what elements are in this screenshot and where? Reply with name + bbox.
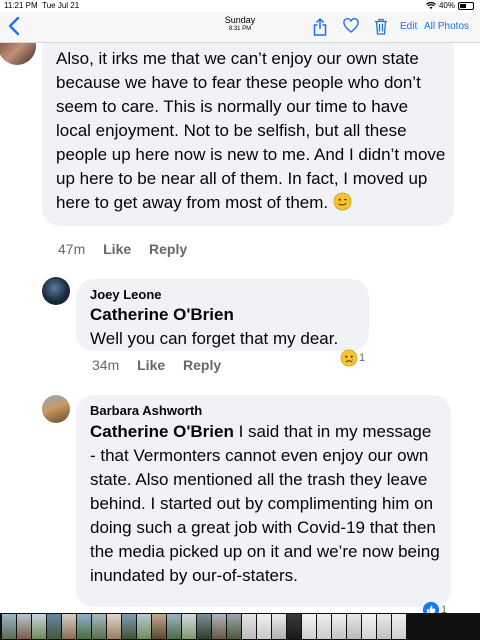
battery-icon: [458, 1, 474, 10]
photo-thumbnail[interactable]: [17, 614, 31, 639]
back-chevron-icon[interactable]: [8, 16, 20, 36]
comment-timestamp: 47m: [58, 241, 86, 257]
reaction-count: 1: [441, 604, 448, 613]
comment-body: I said that in my message - that Vermont…: [90, 422, 440, 585]
photo-day: Sunday: [224, 15, 256, 25]
photo-thumbnail[interactable]: [212, 614, 226, 639]
status-bar: 11:21 PM Tue Jul 21 40%: [0, 0, 480, 12]
comment-text: Catherine O'Brien Well you can forget th…: [90, 303, 360, 351]
reply-link[interactable]: Reply: [183, 357, 221, 373]
comment-bubble: Also, it irks me that we can’t enjoy our…: [42, 43, 454, 226]
heart-icon[interactable]: [343, 18, 359, 34]
comment-body: Well you can forget that my dear.: [90, 329, 339, 348]
mention-link[interactable]: Catherine O'Brien: [90, 422, 234, 441]
photo-thumbnail[interactable]: [47, 614, 61, 639]
photo-thumbnail[interactable]: [287, 614, 301, 639]
photo-thumbnail[interactable]: [377, 614, 391, 639]
comment-bubble: Joey Leone Catherine O'Brien Well you ca…: [76, 279, 369, 351]
reaction-count: 1: [359, 352, 366, 364]
status-time: 11:21 PM Tue Jul 21: [4, 1, 80, 10]
share-icon[interactable]: [313, 18, 327, 36]
comment-thread: Also, it irks me that we can’t enjoy our…: [0, 43, 480, 613]
comment-text: Catherine O'Brien I said that in my mess…: [90, 420, 440, 588]
photo-thumbnail[interactable]: [242, 614, 256, 639]
like-thumb-icon: [422, 601, 440, 613]
photo-thumbnail[interactable]: [107, 614, 121, 639]
photo-thumbnail[interactable]: [332, 614, 346, 639]
mention-link[interactable]: Catherine O'Brien: [90, 303, 360, 327]
all-photos-button[interactable]: All Photos: [424, 21, 469, 32]
photo-thumbnail[interactable]: [77, 614, 91, 639]
photos-nav-bar: Sunday 8:31 PM Edit All Photos: [0, 12, 480, 43]
reaction-badge[interactable]: 1: [422, 601, 447, 613]
photo-thumbnail[interactable]: [257, 614, 271, 639]
edit-button[interactable]: Edit: [400, 21, 417, 32]
photo-thumbnail[interactable]: [2, 614, 16, 639]
comment-bubble: Barbara Ashworth Catherine O'Brien I sai…: [76, 395, 451, 607]
photo-thumbnail[interactable]: [152, 614, 166, 639]
status-right: 40%: [425, 1, 474, 10]
battery-percent: 40%: [438, 1, 455, 10]
photo-time: 8:31 PM: [228, 26, 252, 32]
photo-thumbnail-strip[interactable]: [0, 613, 480, 640]
photo-thumbnail[interactable]: [122, 614, 136, 639]
photo-thumbnail[interactable]: [92, 614, 106, 639]
photo-thumbnail[interactable]: [392, 614, 406, 639]
photo-thumbnail[interactable]: [362, 614, 376, 639]
photo-thumbnail[interactable]: [227, 614, 241, 639]
photo-thumbnail[interactable]: [32, 614, 46, 639]
photo-thumbnail[interactable]: [347, 614, 361, 639]
like-link[interactable]: Like: [103, 241, 131, 257]
avatar[interactable]: [42, 277, 70, 305]
photo-thumbnail[interactable]: [167, 614, 181, 639]
comment-text: Also, it irks me that we can’t enjoy our…: [56, 49, 446, 212]
photo-thumbnail[interactable]: [302, 614, 316, 639]
wifi-icon: [425, 1, 436, 9]
comment-meta: 47m Like Reply: [58, 241, 201, 257]
like-link[interactable]: Like: [137, 357, 165, 373]
reply-link[interactable]: Reply: [149, 241, 187, 257]
avatar[interactable]: [0, 43, 36, 65]
trash-icon[interactable]: [374, 18, 388, 35]
photo-date: Sunday 8:31 PM: [190, 15, 290, 32]
photo-thumbnail[interactable]: [182, 614, 196, 639]
sad-emoji-icon: [340, 349, 358, 367]
comment-meta: 34m Like Reply: [92, 357, 235, 373]
comment-author[interactable]: Barbara Ashworth: [90, 403, 202, 418]
comment-timestamp: 34m: [92, 357, 120, 373]
reaction-badge[interactable]: 1: [340, 349, 365, 367]
wink-emoji-icon: [333, 192, 352, 211]
photo-thumbnail[interactable]: [137, 614, 151, 639]
avatar[interactable]: [42, 395, 70, 423]
photo-thumbnail[interactable]: [272, 614, 286, 639]
photo-thumbnail[interactable]: [62, 614, 76, 639]
photo-thumbnail[interactable]: [317, 614, 331, 639]
photo-thumbnail[interactable]: [197, 614, 211, 639]
comment-author[interactable]: Joey Leone: [90, 287, 162, 302]
